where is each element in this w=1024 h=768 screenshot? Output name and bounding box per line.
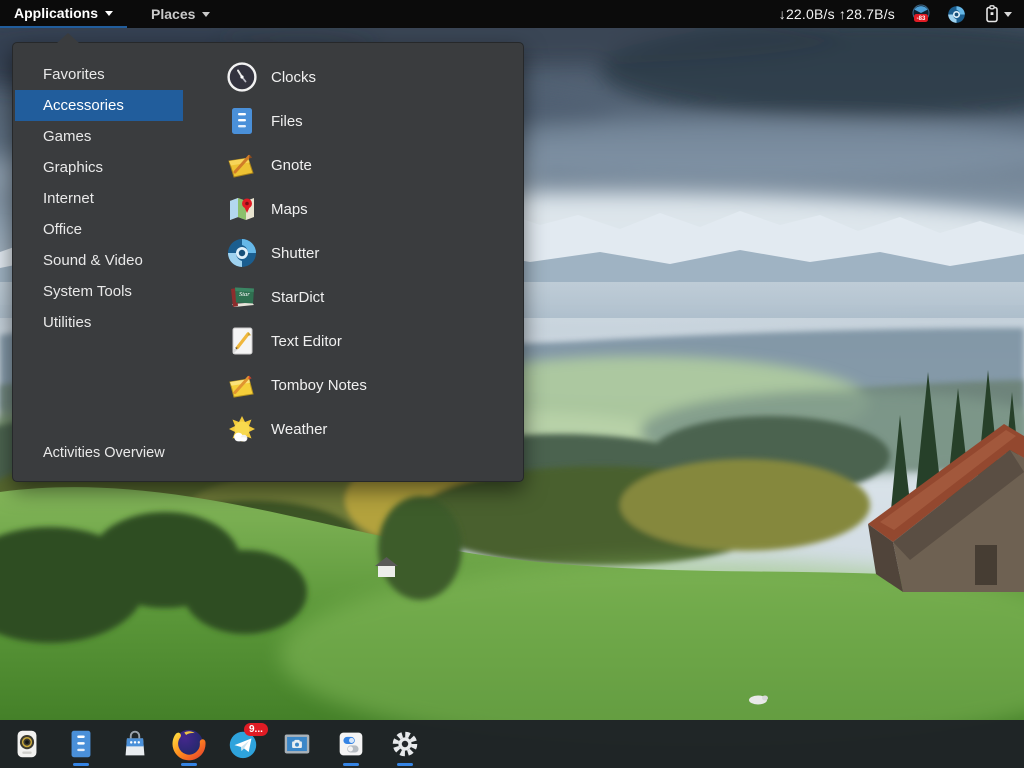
app-list: Clocks Files [226, 55, 516, 451]
category-favorites[interactable]: Favorites [15, 59, 183, 90]
dock-settings[interactable] [378, 720, 432, 768]
menu-app-tomboy-notes[interactable]: Tomboy Notes [226, 363, 516, 407]
top-bar: Applications Places ↓22.0B/s ↑28.7B/s -8… [0, 0, 1024, 28]
chevron-down-icon [105, 11, 113, 16]
app-label: Tomboy Notes [271, 377, 367, 394]
weather-icon [226, 413, 258, 445]
dock-webcam-app[interactable] [0, 720, 54, 768]
applications-menu-popup: Favorites Accessories Games Graphics Int… [12, 42, 524, 482]
menu-app-files[interactable]: Files [226, 99, 516, 143]
app-label: Weather [271, 421, 327, 438]
menu-app-shutter[interactable]: Shutter [226, 231, 516, 275]
desktop: Applications Places ↓22.0B/s ↑28.7B/s -8… [0, 0, 1024, 768]
app-label: Text Editor [271, 333, 342, 350]
app-label: Files [271, 113, 303, 130]
tomboy-notes-icon [226, 369, 258, 401]
category-internet[interactable]: Internet [15, 183, 183, 214]
software-bag-icon [118, 727, 152, 761]
places-menu-button[interactable]: Places [137, 0, 224, 28]
app-label: StarDict [271, 289, 324, 306]
applications-menu-button[interactable]: Applications [0, 0, 127, 28]
menu-app-maps[interactable]: Maps [226, 187, 516, 231]
tweaks-icon [334, 727, 368, 761]
chevron-down-icon [202, 12, 210, 17]
app-label: Maps [271, 201, 308, 218]
webcam-app-icon [10, 727, 44, 761]
files-icon [226, 105, 258, 137]
svg-text:Star: Star [239, 291, 250, 298]
category-office[interactable]: Office [15, 214, 183, 245]
clocks-icon [226, 61, 258, 93]
maps-icon [226, 193, 258, 225]
category-sound-video[interactable]: Sound & Video [15, 245, 183, 276]
category-accessories[interactable]: Accessories [15, 90, 183, 121]
running-indicator [73, 763, 89, 766]
applications-label: Applications [14, 5, 98, 21]
net-speed-indicator[interactable]: ↓22.0B/s ↑28.7B/s [779, 6, 895, 22]
activities-overview-link[interactable]: Activities Overview [43, 445, 165, 461]
screenshot-tool-icon [280, 727, 314, 761]
chevron-down-icon [1004, 12, 1012, 17]
places-label: Places [151, 6, 195, 22]
text-editor-icon [226, 325, 258, 357]
running-indicator [181, 763, 197, 766]
menu-app-text-editor[interactable]: Text Editor [226, 319, 516, 363]
dock-screenshot-tool[interactable] [270, 720, 324, 768]
menu-app-gnote[interactable]: Gnote [226, 143, 516, 187]
menu-app-clocks[interactable]: Clocks [226, 55, 516, 99]
dock-tweaks[interactable] [324, 720, 378, 768]
dock-firefox[interactable] [162, 720, 216, 768]
settings-gear-icon [388, 727, 422, 761]
app-label: Shutter [271, 245, 319, 262]
category-graphics[interactable]: Graphics [15, 152, 183, 183]
stardict-icon: Star [226, 281, 258, 313]
notification-badge: 9... [244, 723, 268, 736]
files-icon [64, 727, 98, 761]
svg-text:-83: -83 [917, 16, 926, 22]
category-games[interactable]: Games [15, 121, 183, 152]
dock-software[interactable] [108, 720, 162, 768]
running-indicator [343, 763, 359, 766]
firefox-icon [172, 727, 206, 761]
system-menu-icon[interactable] [982, 4, 1012, 24]
monitor-badge-icon[interactable]: -83 [911, 4, 931, 24]
app-label: Gnote [271, 157, 312, 174]
system-tray: ↓22.0B/s ↑28.7B/s -83 [779, 0, 1024, 28]
dock-files[interactable] [54, 720, 108, 768]
menu-app-weather[interactable]: Weather [226, 407, 516, 451]
menu-app-stardict[interactable]: Star StarDict [226, 275, 516, 319]
dock: 9... [0, 720, 1024, 768]
shutter-tray-icon[interactable] [947, 5, 966, 24]
app-label: Clocks [271, 69, 316, 86]
category-system-tools[interactable]: System Tools [15, 276, 183, 307]
category-list: Favorites Accessories Games Graphics Int… [15, 59, 183, 338]
dock-telegram[interactable]: 9... [216, 720, 270, 768]
gnote-icon [226, 149, 258, 181]
shutter-icon [226, 237, 258, 269]
category-utilities[interactable]: Utilities [15, 307, 183, 338]
running-indicator [397, 763, 413, 766]
